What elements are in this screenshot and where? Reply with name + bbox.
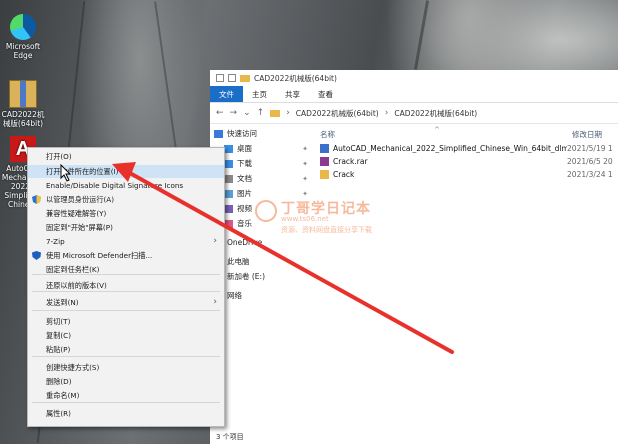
annotation-arrow — [112, 162, 454, 354]
arrow-shaft — [126, 170, 454, 354]
mouse-cursor-icon — [60, 164, 72, 182]
arrow-head — [112, 162, 136, 182]
